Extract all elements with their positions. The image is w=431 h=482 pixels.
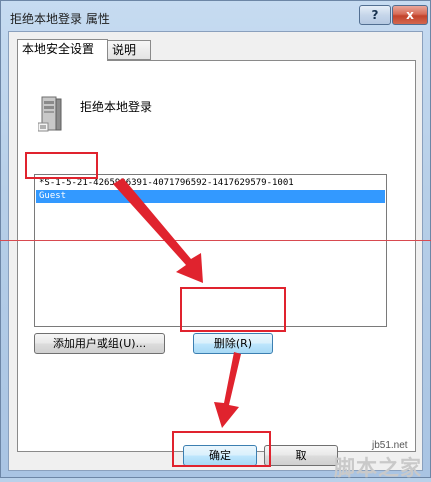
properties-dialog: 拒绝本地登录 属性 ? x 本地安全设置 说明 拒绝本地登录 *S-1-5-21… [0,0,431,478]
ok-button[interactable]: 确定 [183,445,257,466]
close-button[interactable]: x [392,5,428,25]
list-item-sid[interactable]: *S-1-5-21-4265936391-4071796592-14176295… [36,177,385,190]
tab-explain[interactable]: 说明 [108,40,151,60]
dialog-body: 本地安全设置 说明 拒绝本地登录 *S-1-5-21-4265936391-40… [8,31,423,471]
tab-panel: 拒绝本地登录 *S-1-5-21-4265936391-4071796592-1… [17,60,416,452]
title-bar[interactable]: 拒绝本地登录 属性 ? x [1,1,430,31]
server-icon [38,96,62,132]
cancel-button[interactable]: 取 [264,445,338,466]
annotation-line [0,240,431,241]
list-item-guest[interactable]: Guest [36,190,385,203]
policy-title: 拒绝本地登录 [80,100,153,114]
watermark-url: jb51.net [372,440,408,451]
add-user-or-group-button[interactable]: 添加用户或组(U)... [34,333,165,354]
tab-local-security-setting[interactable]: 本地安全设置 [17,39,108,61]
user-group-list[interactable]: *S-1-5-21-4265936391-4071796592-14176295… [34,174,387,327]
window-title: 拒绝本地登录 属性 [10,12,110,26]
help-button[interactable]: ? [359,5,391,25]
remove-button[interactable]: 删除(R) [193,333,273,354]
